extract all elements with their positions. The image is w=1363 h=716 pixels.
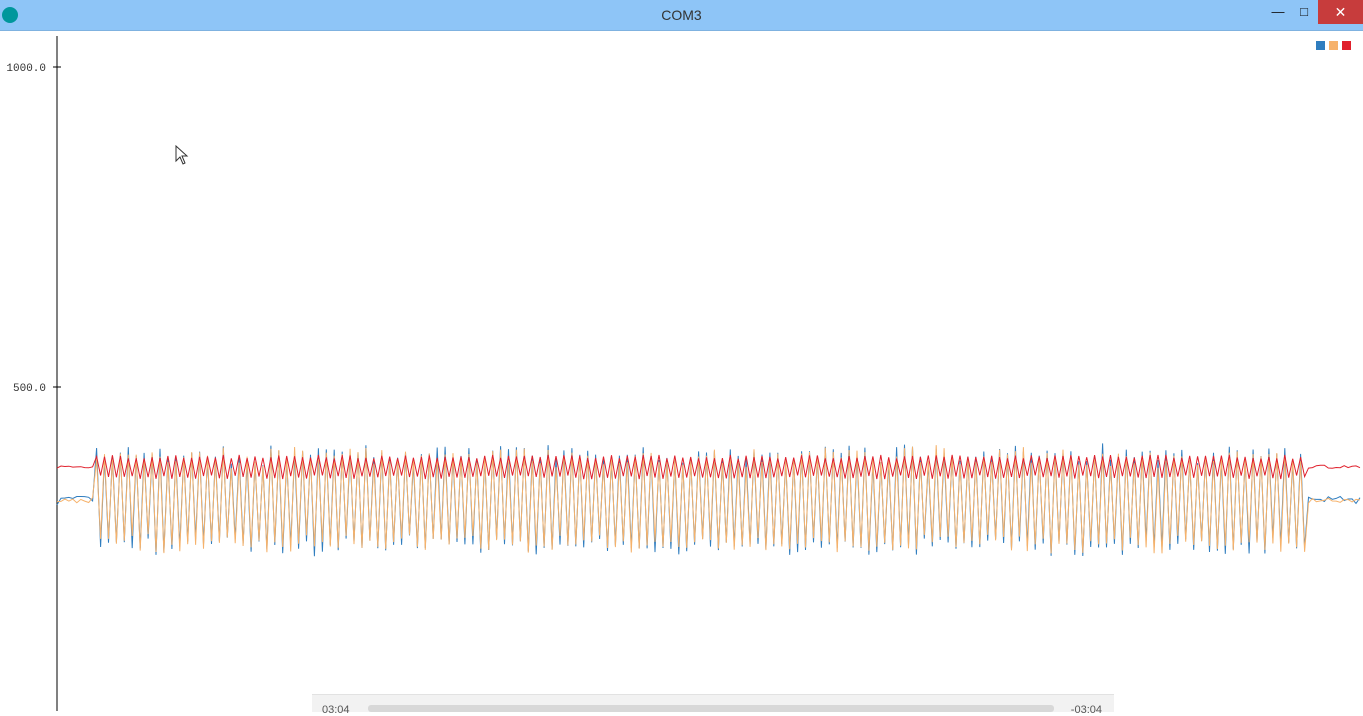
legend-swatch	[1316, 41, 1325, 50]
close-button[interactable]: ✕	[1318, 0, 1363, 24]
legend-swatch	[1329, 41, 1338, 50]
elapsed-time: 03:04	[322, 704, 350, 716]
serial-plotter-chart: 1000.0 500.0	[6, 36, 1361, 711]
y-tick-label: 1000.0	[6, 63, 46, 75]
video-playback-bar[interactable]: 03:04 -03:04	[312, 694, 1114, 716]
mouse-cursor-icon	[175, 145, 189, 165]
remaining-time: -03:04	[1070, 704, 1102, 716]
legend-swatch	[1342, 41, 1351, 50]
minimize-button[interactable]: —	[1266, 0, 1290, 24]
window-title: COM3	[661, 7, 702, 23]
title-bar: COM3 — □ ✕	[0, 0, 1363, 31]
maximize-button[interactable]: □	[1292, 0, 1316, 24]
y-tick-label: 500.0	[13, 383, 46, 395]
